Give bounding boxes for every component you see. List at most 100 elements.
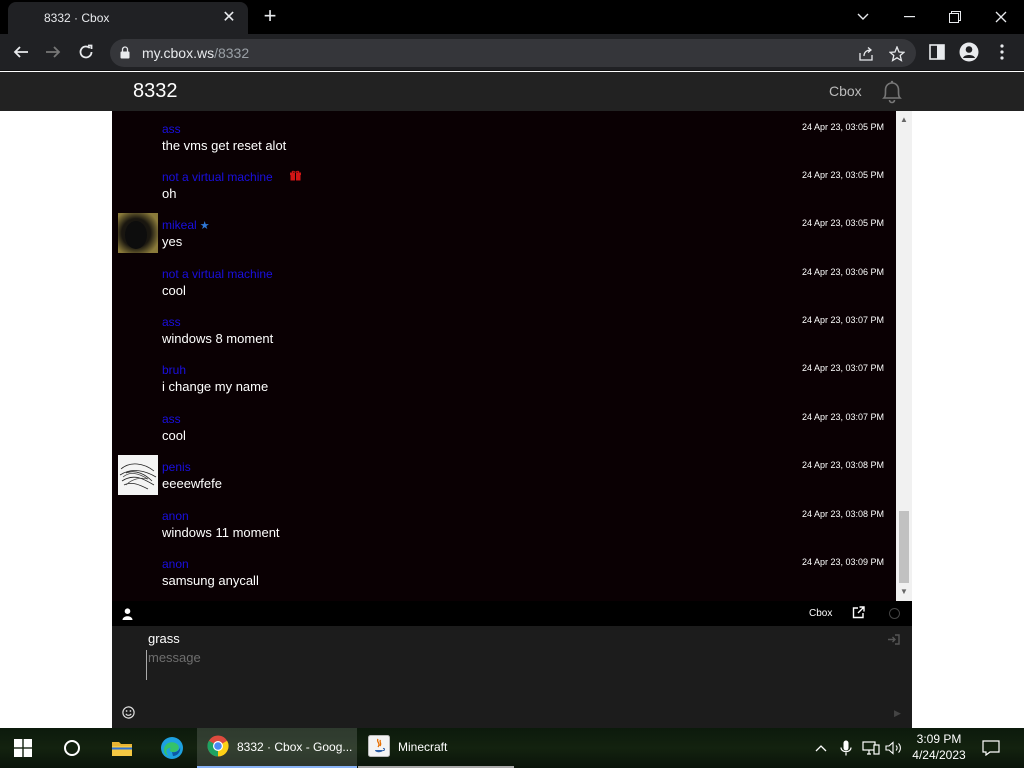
network-icon[interactable] — [862, 728, 880, 768]
tab-search-icon[interactable] — [840, 0, 886, 34]
message-composer: grass ▶ — [112, 626, 912, 728]
emoji-icon[interactable] — [122, 706, 135, 724]
message-time: 24 Apr 23, 03:05 PM — [801, 122, 884, 132]
message-time: 24 Apr 23, 03:06 PM — [801, 267, 884, 277]
forward-arrow-icon[interactable] — [40, 39, 66, 65]
browser-tab[interactable]: 8332 · Cbox ✕ — [8, 2, 248, 34]
send-arrow-icon[interactable]: ▶ — [894, 708, 901, 719]
scroll-down-arrow-icon[interactable]: ▼ — [896, 585, 912, 599]
chat-message: ass windows 8 moment 24 Apr 23, 03:07 PM — [112, 308, 896, 356]
message-text: samsung anycall — [162, 573, 259, 588]
lock-icon[interactable] — [120, 46, 130, 64]
chat-message-list[interactable]: ass the vms get reset alot 24 Apr 23, 03… — [112, 111, 912, 601]
bookmark-star-icon[interactable] — [888, 45, 906, 63]
browser-titlebar: 8332 · Cbox ✕ + — [0, 0, 1024, 34]
chat-message: mikeal ★ yes 24 Apr 23, 03:05 PM — [112, 211, 896, 259]
message-author[interactable]: anon — [162, 557, 189, 571]
box-title: 8332 — [133, 80, 178, 102]
tab-title: 8332 · Cbox — [44, 11, 110, 25]
user-avatar[interactable] — [118, 455, 158, 495]
tab-close-icon[interactable]: ✕ — [220, 9, 238, 27]
new-tab-button[interactable]: + — [258, 4, 282, 28]
windows-taskbar: 8332 · Cbox - Goog... Minecraft 3:09 PM … — [0, 728, 1024, 768]
message-text: the vms get reset alot — [162, 138, 287, 153]
login-icon[interactable] — [888, 632, 900, 650]
message-text: windows 11 moment — [162, 525, 280, 540]
message-author[interactable]: anon — [162, 509, 189, 523]
username-label[interactable]: grass — [148, 631, 180, 646]
minimize-button[interactable] — [886, 0, 932, 34]
message-author[interactable]: ass — [162, 412, 181, 426]
message-author[interactable]: ass — [162, 315, 181, 329]
message-time: 24 Apr 23, 03:08 PM — [801, 509, 884, 519]
edge-icon[interactable] — [160, 728, 184, 768]
reload-icon[interactable] — [73, 39, 99, 65]
message-time: 24 Apr 23, 03:09 PM — [801, 557, 884, 567]
volume-icon[interactable] — [885, 728, 903, 768]
message-author[interactable]: not a virtual machine — [162, 170, 273, 184]
message-author[interactable]: penis — [162, 460, 191, 474]
windows-start-icon[interactable] — [14, 728, 32, 768]
chrome-icon — [207, 735, 229, 760]
message-input[interactable] — [146, 650, 786, 680]
cbox-brand-link[interactable]: Cbox — [829, 83, 862, 99]
address-bar[interactable]: my.cbox.ws/8332 — [110, 39, 916, 67]
message-author[interactable]: not a virtual machine — [162, 267, 273, 281]
message-text: cool — [162, 428, 186, 443]
message-time: 24 Apr 23, 03:05 PM — [801, 170, 884, 180]
share-icon[interactable] — [857, 45, 875, 63]
cbox-footer-link[interactable]: Cbox — [809, 608, 832, 619]
system-clock[interactable]: 3:09 PM 4/24/2023 — [906, 731, 972, 763]
browser-toolbar: my.cbox.ws/8332 — [0, 34, 1024, 71]
chat-message: ass cool 24 Apr 23, 03:07 PM — [112, 405, 896, 453]
chat-message: ass the vms get reset alot 24 Apr 23, 03… — [112, 115, 896, 163]
message-time: 24 Apr 23, 03:07 PM — [801, 315, 884, 325]
menu-kebab-icon[interactable] — [989, 39, 1015, 65]
star-icon: ★ — [199, 220, 210, 232]
chat-message: not a virtual machine oh 24 Apr 23, 03:0… — [112, 163, 896, 211]
message-author[interactable]: ass — [162, 122, 181, 136]
microphone-icon[interactable] — [840, 728, 852, 768]
chat-message: bruh i change my name 24 Apr 23, 03:07 P… — [112, 356, 896, 404]
back-arrow-icon[interactable] — [8, 39, 34, 65]
user-avatar[interactable] — [118, 213, 158, 253]
popout-icon[interactable] — [852, 606, 865, 624]
side-panel-icon[interactable] — [924, 39, 950, 65]
message-time: 24 Apr 23, 03:07 PM — [801, 363, 884, 373]
taskbar-app-label: Minecraft — [398, 740, 448, 754]
scroll-up-arrow-icon[interactable]: ▲ — [896, 113, 912, 127]
url-host: my.cbox.ws — [142, 45, 215, 61]
cortana-icon[interactable] — [63, 728, 81, 768]
message-text: yes — [162, 234, 183, 249]
scrollbar-thumb[interactable] — [899, 511, 909, 583]
message-author[interactable]: mikeal — [162, 218, 197, 232]
close-window-button[interactable] — [978, 0, 1024, 34]
user-icon[interactable] — [122, 607, 133, 625]
message-text: eeeewfefe — [162, 476, 222, 491]
bell-icon[interactable] — [879, 79, 905, 110]
url-text[interactable]: my.cbox.ws/8332 — [142, 45, 249, 61]
message-time: 24 Apr 23, 03:05 PM — [801, 218, 884, 228]
profile-avatar-icon[interactable] — [956, 39, 982, 65]
chat-message: anon samsung anycall 24 Apr 23, 03:09 PM — [112, 550, 896, 598]
message-text: cool — [162, 283, 186, 298]
message-text: windows 8 moment — [162, 331, 274, 346]
chat-scrollbar[interactable]: ▲ ▼ — [896, 111, 912, 601]
gift-icon — [290, 170, 302, 184]
chat-toolbar: Cbox — [112, 601, 912, 626]
restore-button[interactable] — [932, 0, 978, 34]
show-hidden-icons-chevron-icon[interactable] — [815, 728, 827, 768]
clock-time: 3:09 PM — [916, 732, 962, 746]
taskbar-app-chrome[interactable]: 8332 · Cbox - Goog... — [197, 728, 357, 768]
file-explorer-icon[interactable] — [111, 728, 133, 768]
notification-center-icon[interactable] — [982, 728, 1000, 768]
message-author[interactable]: bruh — [162, 363, 186, 377]
chat-message: penis eeeewfefe 24 Apr 23, 03:08 PM — [112, 453, 896, 501]
message-time: 24 Apr 23, 03:08 PM — [801, 460, 884, 470]
message-text: i change my name — [162, 379, 269, 394]
message-author-wrap: mikeal ★ — [162, 218, 210, 232]
java-icon — [368, 734, 390, 760]
message-text: oh — [162, 186, 177, 201]
taskbar-app-minecraft[interactable]: Minecraft — [358, 728, 514, 768]
url-path: /8332 — [214, 45, 250, 61]
